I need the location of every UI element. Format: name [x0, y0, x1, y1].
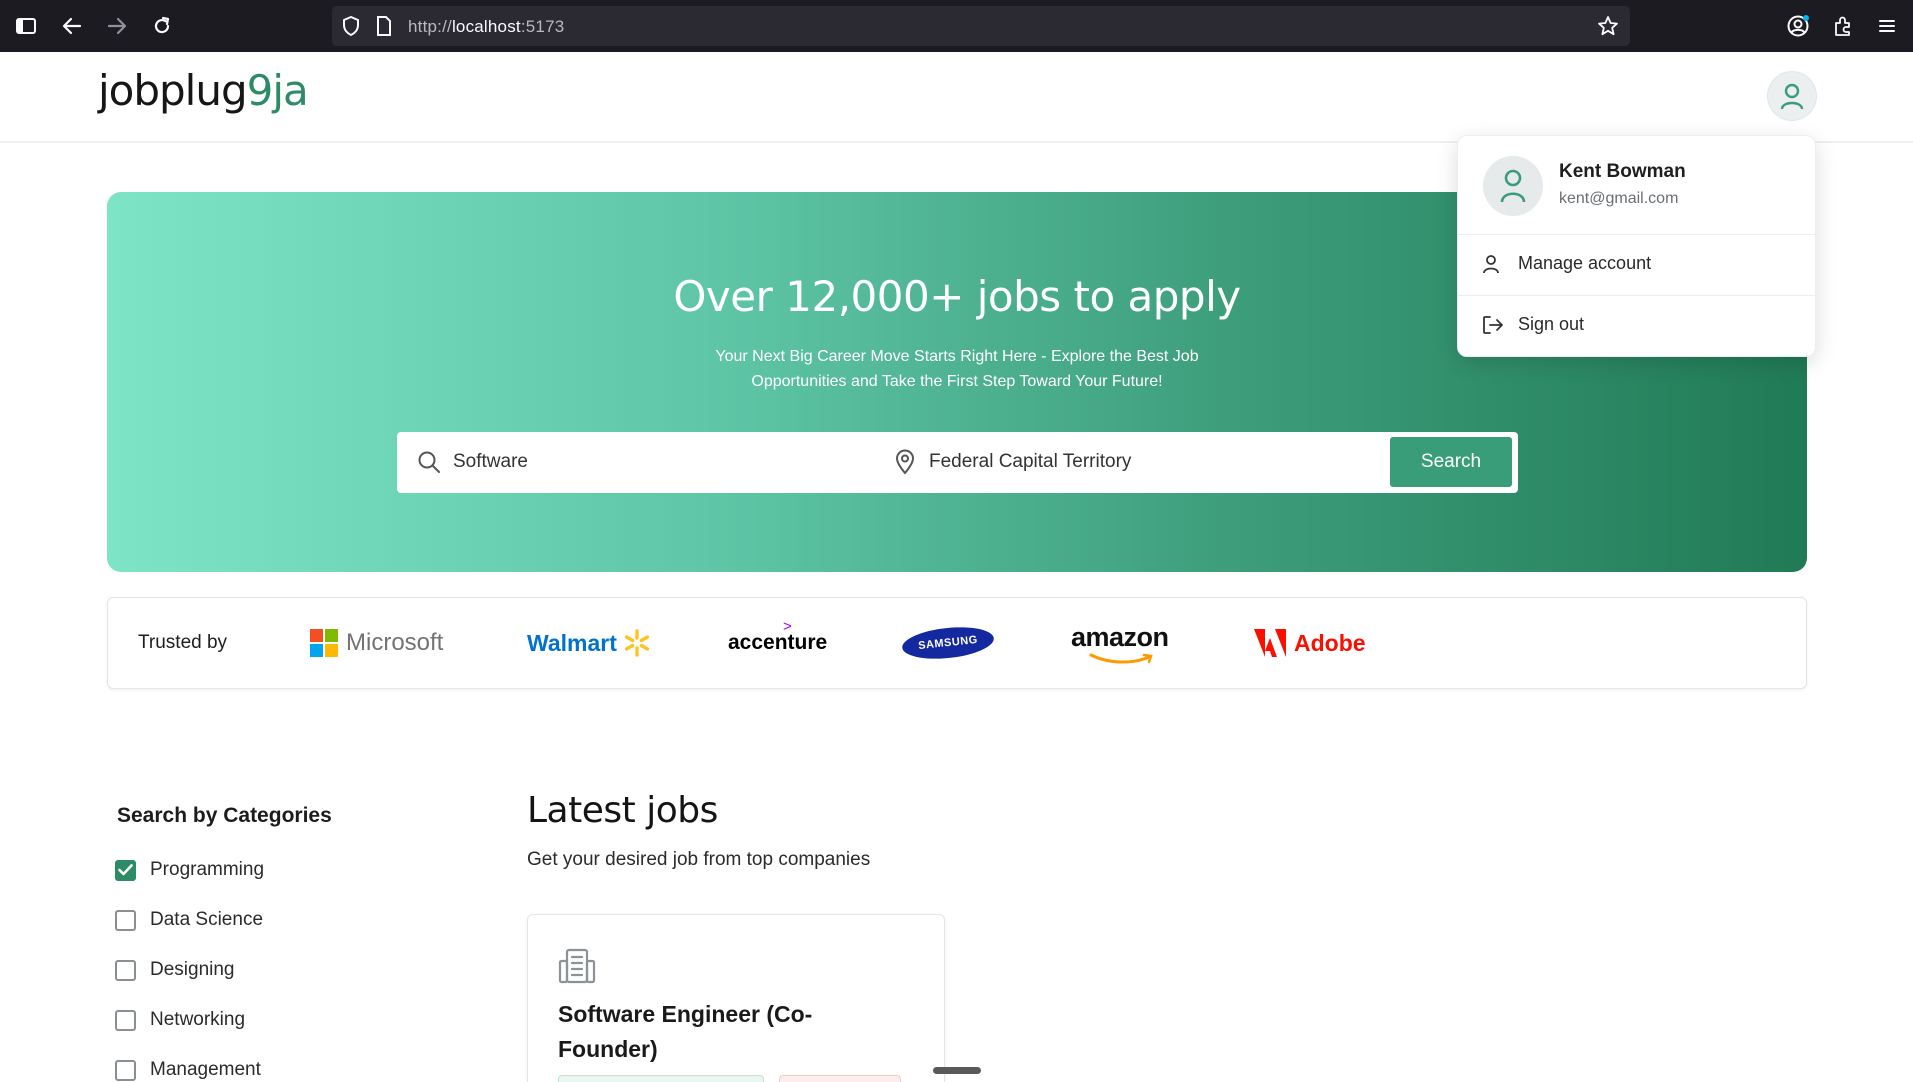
trusted-by-bar: Trusted by Microsoft Walmart > accenture…	[107, 597, 1807, 689]
microsoft-logo: Microsoft	[310, 618, 443, 668]
browser-toolbar: http://localhost:5173	[0, 0, 1913, 52]
forward-icon[interactable]	[103, 12, 131, 40]
category-label: Data Science	[150, 909, 264, 930]
account-dropdown-menu: Kent Bowman kent@gmail.com Manage accoun…	[1457, 135, 1816, 357]
microsoft-wordmark: Microsoft	[346, 629, 444, 656]
company-building-icon	[558, 947, 596, 989]
url-scheme: http://	[408, 17, 452, 36]
sidebar-toggle-icon[interactable]	[12, 12, 40, 40]
user-icon	[1500, 169, 1526, 203]
url-host: localhost	[451, 17, 521, 36]
sign-out-menu-item[interactable]: Sign out	[1458, 295, 1815, 355]
account-email: kent@gmail.com	[1559, 190, 1679, 207]
category-checkbox[interactable]	[115, 959, 136, 981]
dropdown-avatar	[1483, 156, 1543, 216]
category-item-programming[interactable]: Programming	[115, 857, 264, 883]
location-pin-icon	[894, 449, 916, 479]
job-title[interactable]: Software Engineer (Co-Founder)	[558, 997, 858, 1067]
account-name: Kent Bowman	[1559, 161, 1686, 182]
walmart-logo: Walmart	[527, 618, 652, 668]
logo-accent-text: 9ja	[246, 66, 309, 115]
job-search-bar: Software Federal Capital Territory Searc…	[397, 432, 1518, 493]
address-bar[interactable]: http://localhost:5173	[332, 6, 1630, 46]
user-icon	[1780, 83, 1804, 110]
adobe-wordmark: Adobe	[1294, 629, 1366, 656]
reload-icon[interactable]	[148, 12, 176, 40]
category-checkbox[interactable]	[115, 859, 136, 881]
hero-subtitle: Your Next Big Career Move Starts Right H…	[715, 348, 1199, 390]
user-avatar-button[interactable]	[1767, 71, 1817, 121]
job-location-tag	[558, 1075, 764, 1082]
page-info-icon[interactable]	[376, 16, 392, 40]
trusted-by-label: Trusted by	[138, 632, 228, 653]
adobe-logo: Adobe	[1254, 618, 1366, 668]
category-checkbox[interactable]	[115, 1009, 136, 1031]
category-label: Management	[150, 1059, 261, 1080]
sign-out-label: Sign out	[1518, 314, 1585, 334]
extensions-icon[interactable]	[1829, 12, 1857, 40]
shield-icon[interactable]	[342, 15, 360, 40]
bookmark-star-icon[interactable]	[1597, 15, 1619, 41]
back-icon[interactable]	[58, 12, 86, 40]
accenture-wordmark: accenture	[728, 631, 828, 654]
category-item-networking[interactable]: Networking	[115, 1007, 245, 1033]
scroll-indicator[interactable]	[933, 1067, 981, 1074]
manage-account-label: Manage account	[1518, 253, 1652, 273]
category-item-designing[interactable]: Designing	[115, 957, 235, 983]
manage-account-menu-item[interactable]: Manage account	[1458, 234, 1815, 294]
samsung-logo: SAMSUNG	[900, 618, 996, 668]
url-text[interactable]: http://localhost:5173	[408, 17, 564, 37]
amazon-logo: amazon	[1071, 618, 1169, 668]
logo[interactable]: jobplug9ja	[98, 66, 309, 115]
job-search-input[interactable]: Software	[453, 451, 528, 473]
sign-out-icon	[1482, 315, 1504, 339]
accenture-logo: > accenture	[728, 618, 827, 668]
url-port: :5173	[520, 17, 565, 36]
category-label: Designing	[150, 959, 235, 980]
category-item-management[interactable]: Management	[115, 1057, 261, 1082]
walmart-spark-icon	[624, 629, 649, 657]
user-icon	[1482, 254, 1500, 278]
search-button[interactable]: Search	[1390, 437, 1512, 487]
app-header: jobplug9ja	[0, 52, 1913, 143]
amazon-smile-icon	[1089, 653, 1153, 664]
latest-jobs-subtitle: Get your desired job from top companies	[527, 849, 871, 870]
adobe-mark-icon	[1254, 629, 1286, 657]
category-label: Programming	[150, 859, 265, 880]
app-root: http://localhost:5173 jobplug9ja Over 12…	[0, 0, 1913, 1082]
accenture-chevron-icon: >	[783, 618, 792, 635]
category-checkbox[interactable]	[115, 1059, 136, 1081]
checkmark-icon	[118, 864, 133, 876]
walmart-wordmark: Walmart	[527, 629, 617, 656]
menu-icon[interactable]	[1873, 12, 1901, 40]
categories-title: Search by Categories	[117, 804, 332, 827]
location-input[interactable]: Federal Capital Territory	[929, 451, 1131, 473]
search-icon	[417, 450, 441, 478]
samsung-wordmark: SAMSUNG	[917, 633, 979, 653]
amazon-wordmark: amazon	[1071, 622, 1169, 652]
latest-jobs-title: Latest jobs	[527, 790, 718, 831]
category-checkbox[interactable]	[115, 909, 136, 931]
job-level-tag	[779, 1075, 901, 1082]
category-label: Networking	[150, 1009, 246, 1030]
account-icon[interactable]	[1784, 12, 1812, 40]
category-item-data-science[interactable]: Data Science	[115, 907, 263, 933]
logo-main-text: jobplug	[98, 66, 248, 115]
job-card[interactable]: Software Engineer (Co-Founder)	[527, 914, 945, 1082]
